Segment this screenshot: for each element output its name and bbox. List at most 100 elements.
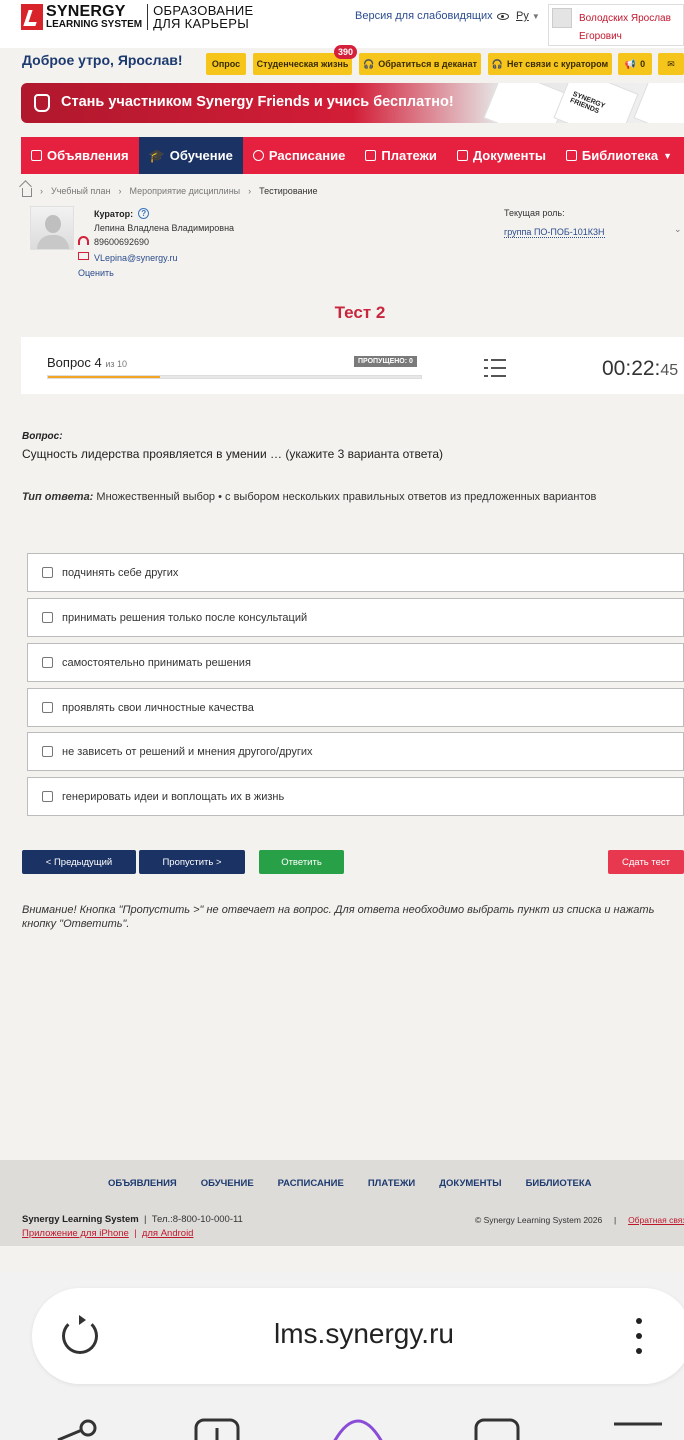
progress-bar-fill [48, 376, 160, 378]
curator-phone: 89600692690 [94, 237, 150, 247]
greeting: Доброе утро, Ярослав! [22, 52, 183, 68]
iphone-app-link[interactable]: Приложение для iPhone [22, 1228, 129, 1239]
question-total: из 10 [105, 359, 128, 369]
footer-company: Synergy Learning System [22, 1214, 139, 1225]
checkbox[interactable] [42, 702, 53, 713]
help-icon[interactable]: ? [138, 208, 150, 219]
timer-main: 00:22: [602, 357, 661, 380]
dean-button[interactable]: 🎧 Обратиться в деканат [359, 53, 481, 75]
breadcrumb-current: Тестирование [259, 186, 318, 196]
answer-option[interactable]: самостоятельно принимать решения [27, 643, 684, 682]
question-list-icon[interactable] [484, 359, 506, 377]
nav-item-payments[interactable]: Платежи [355, 137, 446, 174]
checkbox[interactable] [42, 567, 53, 578]
promo-banner[interactable]: Стань участником Synergy Friends и учись… [21, 83, 684, 123]
checkbox[interactable] [42, 791, 53, 802]
footer-link[interactable]: ДОКУМЕНТЫ [439, 1178, 501, 1189]
survey-button[interactable]: Опрос [206, 53, 246, 75]
student-life-label: Студенческая жизнь [256, 59, 349, 69]
timer: 00:22:45 [602, 357, 678, 381]
home-icon[interactable] [22, 188, 32, 197]
curator-email-link[interactable]: VLepina@synergy.ru [94, 253, 178, 263]
clock-icon [252, 150, 264, 161]
nav-item-library[interactable]: Библиотека ▼ [556, 137, 682, 174]
footer-link[interactable]: РАСПИСАНИЕ [278, 1178, 344, 1189]
answer-button[interactable]: Ответить [259, 850, 344, 874]
breadcrumb-item[interactable]: Мероприятие дисциплины [130, 186, 241, 196]
previous-button[interactable]: < Предыдущий [22, 850, 136, 874]
notifications-count: 0 [640, 59, 646, 69]
menu-icon[interactable] [612, 1418, 664, 1440]
user-name: Володских Ярослав Егорович [579, 13, 671, 42]
footer-contact: Synergy Learning System | Тел.:8-800-10-… [22, 1214, 243, 1225]
answer-option[interactable]: подчинять себе других [27, 553, 684, 592]
copyright-text: © Synergy Learning System 2026 [475, 1215, 603, 1225]
role-label: Текущая роль: [504, 208, 565, 218]
footer-link[interactable]: ОБЪЯВЛЕНИЯ [108, 1178, 177, 1189]
answer-option-label: принимать решения только после консульта… [62, 611, 308, 624]
answer-option[interactable]: не зависеть от решений и мнения другого/… [27, 732, 684, 771]
avatar [552, 8, 572, 28]
language-select[interactable]: Ру ▼ [516, 10, 540, 22]
more-menu-icon[interactable] [636, 1318, 642, 1354]
android-app-link[interactable]: для Android [142, 1228, 194, 1239]
test-title: Тест 2 [334, 303, 386, 322]
headset-icon: 🎧 [491, 58, 503, 69]
book-icon [565, 150, 577, 161]
nav-item-documents[interactable]: Документы [447, 137, 556, 174]
chevron-right-icon: › [118, 186, 122, 196]
checkbox[interactable] [42, 746, 53, 757]
footer-link[interactable]: БИБЛИОТЕКА [526, 1178, 592, 1189]
logo-sub-text: LEARNING SYSTEM [46, 19, 143, 30]
synergy-logo[interactable]: SYNERGY LEARNING SYSTEM ОБРАЗОВАНИЕ ДЛЯ … [21, 4, 254, 30]
role-select[interactable]: группа ПО-ПОБ-101К3Н [504, 227, 605, 238]
accessibility-link[interactable]: Версия для слабовидящих [355, 10, 509, 22]
share-icon[interactable] [52, 1418, 100, 1440]
nav-item-announcements[interactable]: Объявления [21, 137, 139, 174]
feedback-link[interactable]: Обратная связь [628, 1215, 684, 1225]
tabs-icon[interactable] [474, 1418, 522, 1440]
headset-icon: 🎧 [362, 58, 375, 69]
document-icon [456, 150, 468, 161]
footer-link[interactable]: ОБУЧЕНИЕ [201, 1178, 254, 1189]
curator-avatar [30, 206, 74, 250]
answer-option-label: не зависеть от решений и мнения другого/… [62, 745, 313, 758]
checkbox[interactable] [42, 612, 53, 623]
logo-slogan-2: ДЛЯ КАРЬЕРЫ [153, 16, 250, 31]
answer-option[interactable]: генерировать идеи и воплощать их в жизнь [27, 777, 684, 816]
nav-label: Обучение [169, 148, 233, 163]
messages-button[interactable]: ✉ [658, 53, 684, 75]
skip-button[interactable]: Пропустить > [139, 850, 245, 874]
curator-label: Куратор:? [94, 208, 150, 219]
banner-text: Стань участником Synergy Friends и учись… [61, 94, 454, 110]
answer-type-text: Множественный выбор • с выбором нескольк… [96, 491, 597, 503]
nav-item-learning[interactable]: 🎓 Обучение [138, 137, 243, 174]
nav-item-schedule[interactable]: Расписание [243, 137, 356, 174]
user-profile[interactable]: Володских Ярослав Егорович [548, 4, 684, 46]
mail-icon [78, 252, 89, 260]
address-bar[interactable]: lms.synergy.ru [32, 1288, 684, 1384]
answer-option-label: проявлять свои личностные качества [62, 701, 254, 714]
rate-curator-link[interactable]: Оценить [78, 268, 114, 278]
curator-button[interactable]: 🎧 Нет связи с куратором [488, 53, 612, 75]
submit-test-button[interactable]: Сдать тест [608, 850, 684, 874]
breadcrumb: › Учебный план › Мероприятие дисциплины … [22, 185, 318, 197]
footer: ОБЪЯВЛЕНИЯ ОБУЧЕНИЕ РАСПИСАНИЕ ПЛАТЕЖИ Д… [0, 1160, 684, 1246]
checkbox[interactable] [42, 657, 53, 668]
nav-label: Объявления [47, 148, 129, 163]
curator-label-text: Куратор: [94, 208, 134, 219]
answer-option[interactable]: принимать решения только после консульта… [27, 598, 684, 637]
breadcrumb-item[interactable]: Учебный план [51, 186, 111, 196]
footer-phone: Тел.:8-800-10-000-11 [151, 1214, 243, 1225]
answer-option[interactable]: проявлять свои личностные качества [27, 688, 684, 727]
answer-type: Тип ответа: Множественный выбор • с выбо… [22, 491, 596, 503]
progress-bar [47, 375, 422, 379]
notifications-button[interactable]: 📢 0 [618, 53, 652, 75]
footer-link[interactable]: ПЛАТЕЖИ [368, 1178, 415, 1189]
main-nav: Объявления 🎓 Обучение Расписание Платежи … [21, 137, 684, 174]
nav-label: Платежи [381, 148, 437, 163]
chevron-down-icon[interactable]: ⌄ [674, 224, 682, 235]
assistant-icon[interactable] [330, 1418, 386, 1440]
url-text[interactable]: lms.synergy.ru [32, 1318, 684, 1350]
new-tab-icon[interactable] [194, 1418, 242, 1440]
